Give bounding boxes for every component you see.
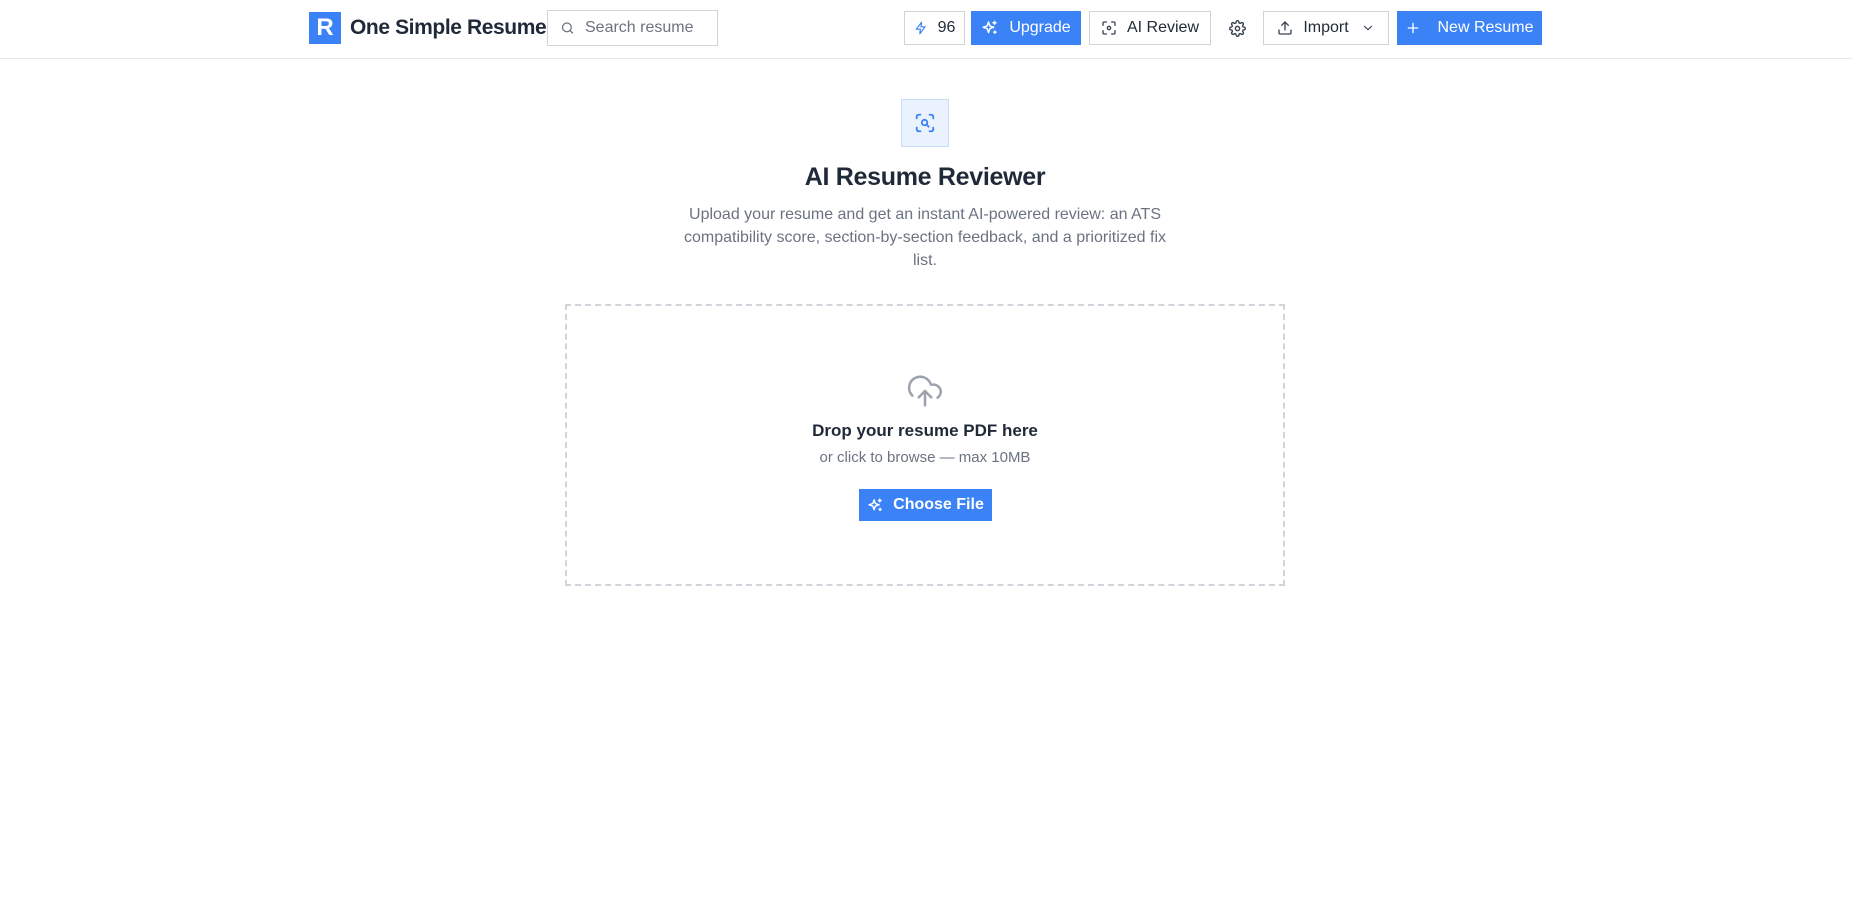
choose-file-label: Choose File: [893, 496, 984, 513]
top-navigation-bar: R One Simple Resume 96 Upgrade AI Review: [0, 0, 1852, 59]
upload-icon: [1278, 21, 1292, 35]
import-label: Import: [1303, 19, 1349, 36]
logo-icon: R: [309, 12, 341, 44]
new-resume-button[interactable]: New Resume: [1397, 11, 1542, 45]
cloud-upload-icon: [907, 375, 942, 407]
chevron-down-icon: [1363, 25, 1372, 31]
sparkles-icon: [868, 497, 883, 511]
new-resume-label: New Resume: [1437, 19, 1534, 36]
upgrade-button[interactable]: Upgrade: [971, 11, 1081, 45]
scan-search-icon: [915, 113, 935, 133]
app-logo[interactable]: R One Simple Resume: [309, 12, 547, 44]
upgrade-label: Upgrade: [1009, 19, 1071, 36]
import-button[interactable]: Import: [1263, 11, 1389, 45]
lightning-icon: [915, 21, 926, 35]
search-box[interactable]: [547, 10, 718, 46]
plus-icon: [1408, 22, 1419, 34]
dropzone-hint: or click to browse — max 10MB: [819, 449, 1031, 466]
sparkles-icon: [982, 20, 998, 34]
dropzone-title: Drop your resume PDF here: [812, 421, 1038, 440]
search-icon: [561, 22, 574, 34]
ai-review-label: AI Review: [1126, 19, 1200, 36]
gear-icon: [1228, 19, 1246, 37]
ai-review-button[interactable]: AI Review: [1089, 11, 1211, 45]
search-input[interactable]: [585, 19, 705, 37]
resume-dropzone[interactable]: Drop your resume PDF here or click to br…: [565, 304, 1285, 586]
credits-count: 96: [937, 19, 956, 36]
page-description: Upload your resume and get an instant AI…: [684, 206, 1166, 269]
credits-button[interactable]: 96: [904, 11, 965, 45]
page-title: AI Resume Reviewer: [804, 163, 1046, 191]
hero-badge: [901, 99, 949, 147]
scan-icon: [1102, 21, 1116, 35]
settings-button[interactable]: [1223, 11, 1251, 45]
choose-file-button[interactable]: Choose File: [859, 489, 992, 521]
app-name: One Simple Resume: [350, 16, 547, 39]
